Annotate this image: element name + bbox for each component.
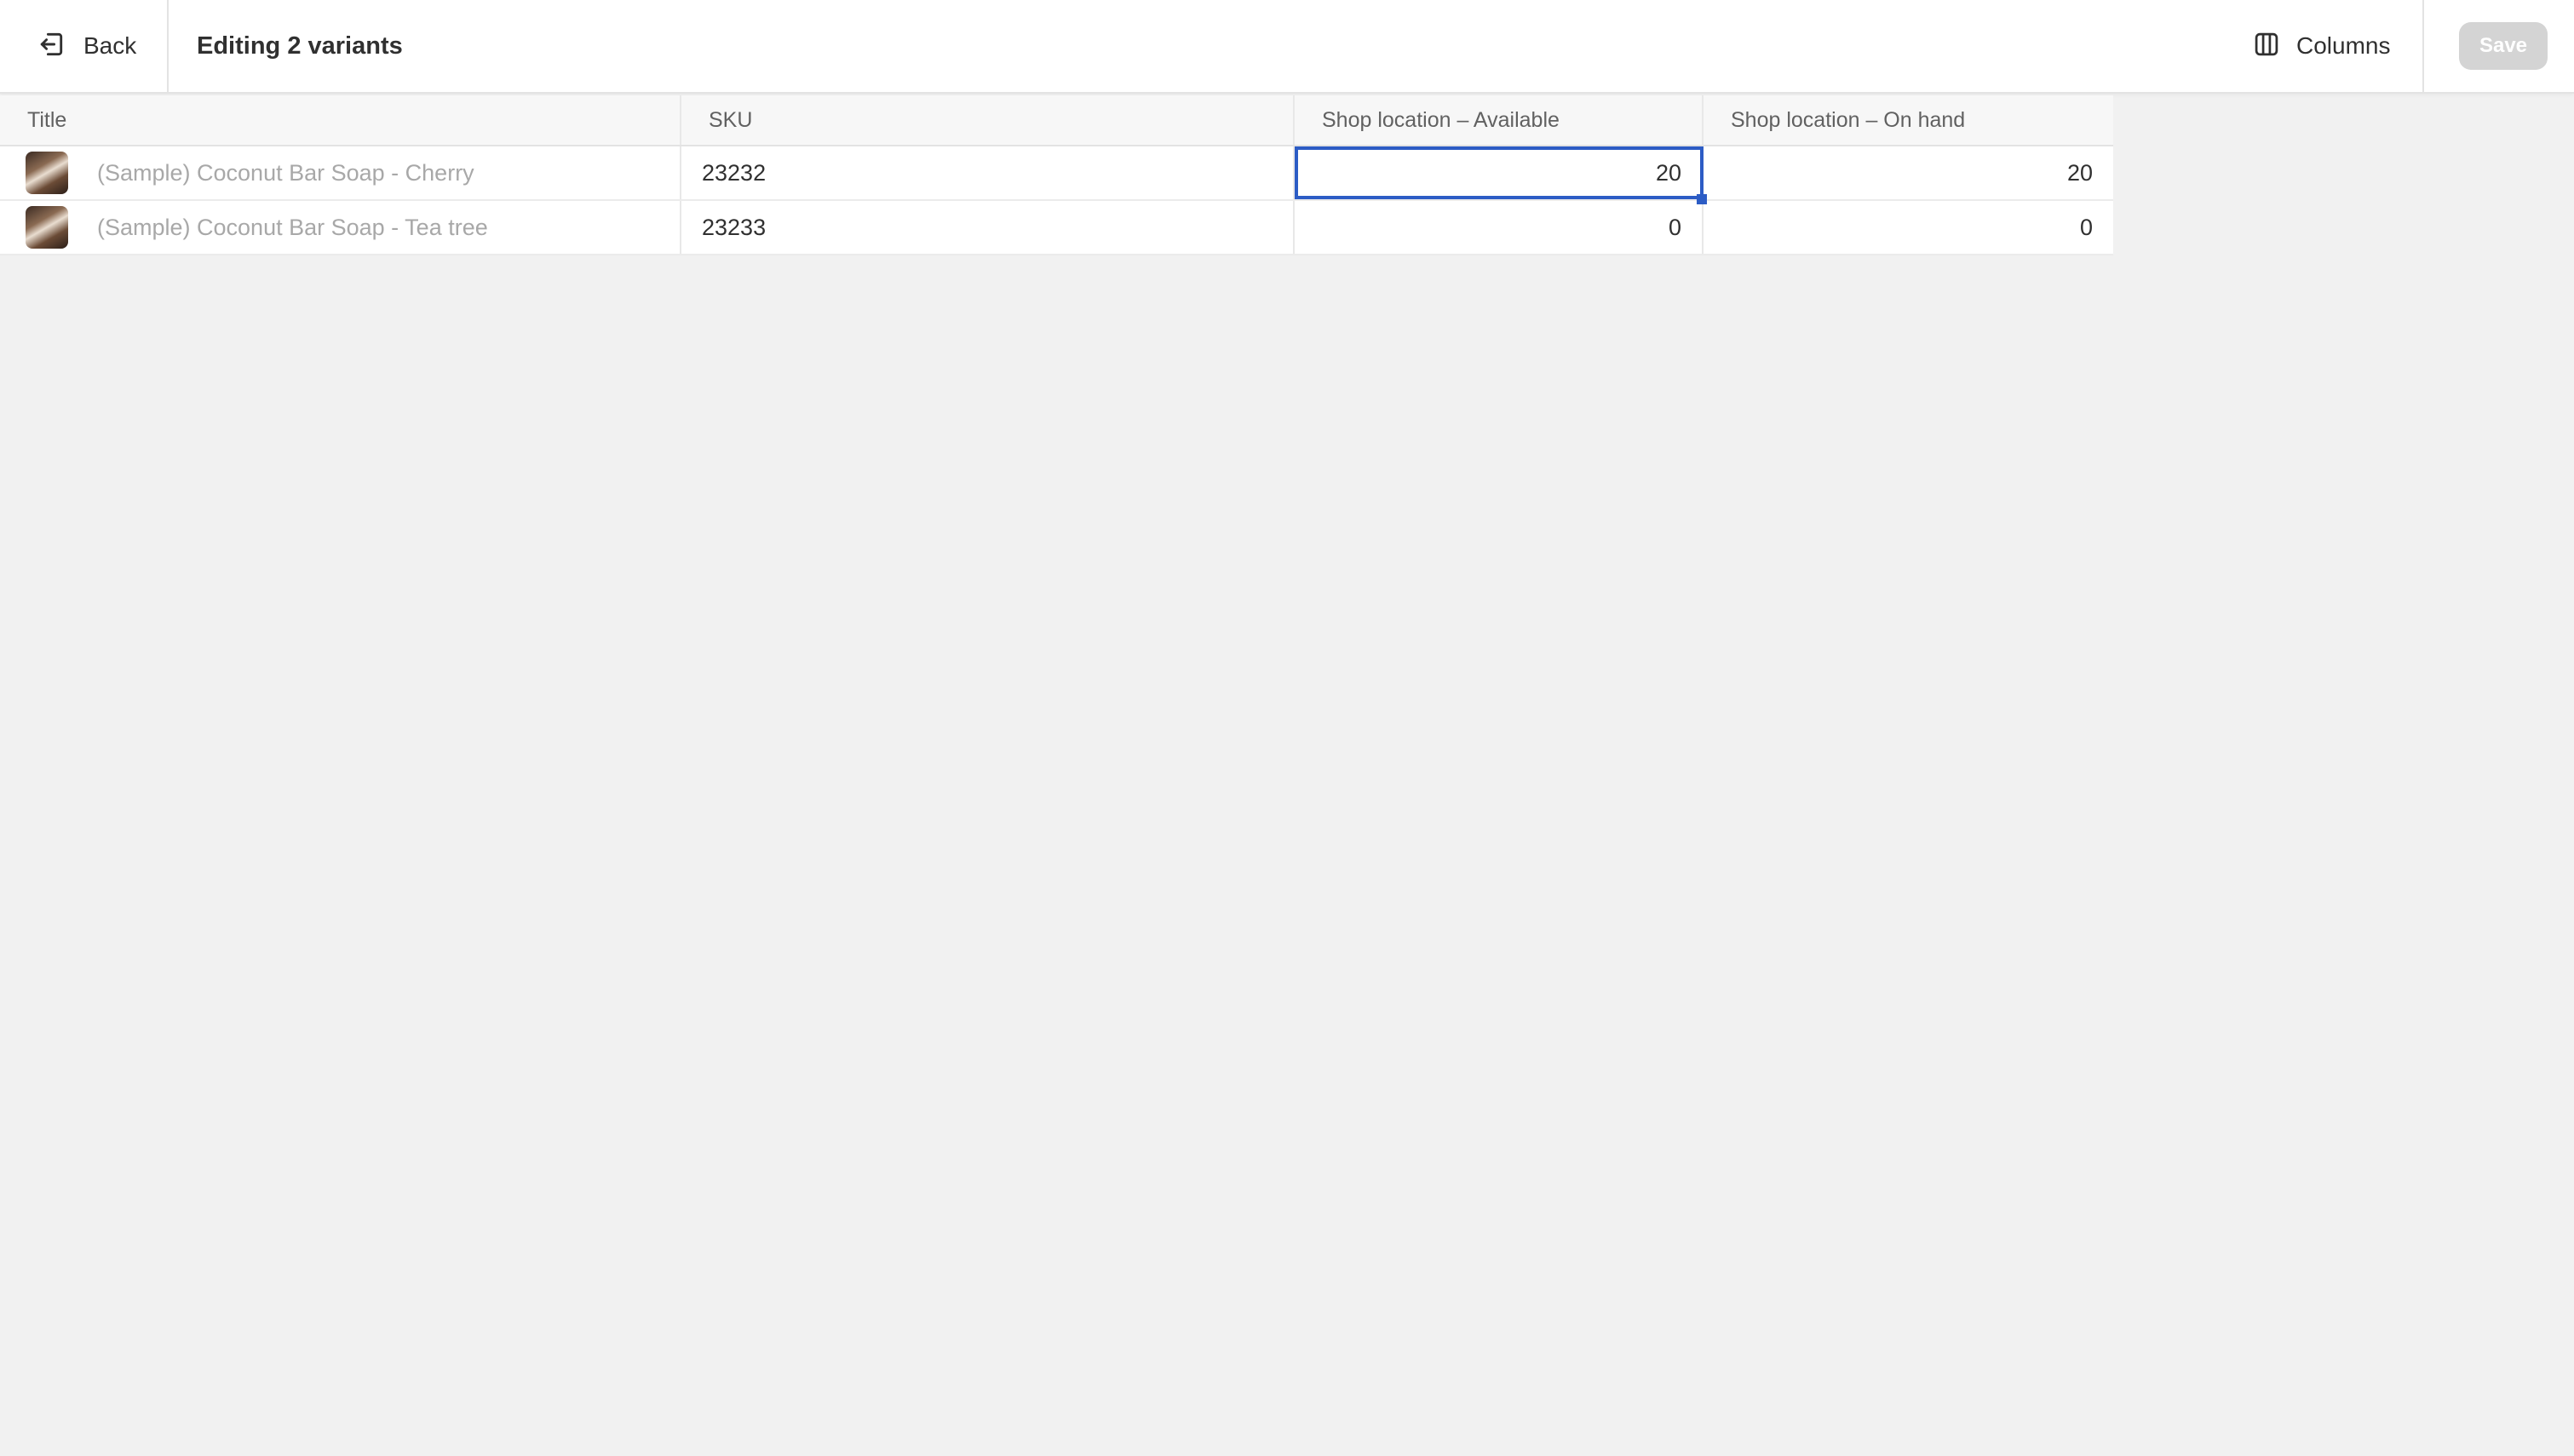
title-cell[interactable]: (Sample) Coconut Bar Soap - Tea tree [0, 201, 681, 254]
bulk-edit-grid: Title SKU Shop location – Available Shop… [0, 95, 2113, 255]
table-row: (Sample) Coconut Bar Soap - Tea tree 232… [0, 201, 2113, 255]
save-button[interactable]: Save [2459, 22, 2548, 70]
variant-title: (Sample) Coconut Bar Soap - Tea tree [97, 214, 488, 240]
columns-button[interactable]: Columns [2232, 19, 2410, 73]
available-value: 20 [1655, 159, 1681, 186]
fill-handle[interactable] [1697, 194, 1707, 204]
top-bar: Back Editing 2 variants Columns Save [0, 0, 2574, 94]
column-header-on-hand[interactable]: Shop location – On hand [1704, 95, 2113, 145]
columns-label: Columns [2296, 32, 2391, 59]
available-cell[interactable]: 20 [1295, 146, 1707, 204]
title-cell[interactable]: (Sample) Coconut Bar Soap - Cherry [0, 146, 681, 199]
product-thumbnail [26, 206, 68, 249]
product-thumbnail [26, 152, 68, 194]
back-button[interactable]: Back [0, 0, 169, 92]
sku-cell[interactable]: 23232 [681, 146, 1295, 199]
sku-cell[interactable]: 23233 [681, 201, 1295, 254]
columns-icon [2252, 30, 2281, 63]
column-header-sku[interactable]: SKU [681, 95, 1295, 145]
variant-title: (Sample) Coconut Bar Soap - Cherry [97, 159, 474, 186]
column-header-title[interactable]: Title [0, 95, 681, 145]
available-cell[interactable]: 0 [1295, 201, 1704, 254]
header-divider [2422, 0, 2424, 92]
grid-header: Title SKU Shop location – Available Shop… [0, 95, 2113, 146]
exit-icon [36, 29, 66, 64]
on-hand-cell[interactable]: 0 [1704, 201, 2113, 254]
column-header-available[interactable]: Shop location – Available [1295, 95, 1704, 145]
page-title: Editing 2 variants [197, 32, 403, 60]
on-hand-cell[interactable]: 20 [1704, 146, 2113, 199]
back-label: Back [83, 32, 137, 59]
table-row: (Sample) Coconut Bar Soap - Cherry 23232… [0, 146, 2113, 204]
